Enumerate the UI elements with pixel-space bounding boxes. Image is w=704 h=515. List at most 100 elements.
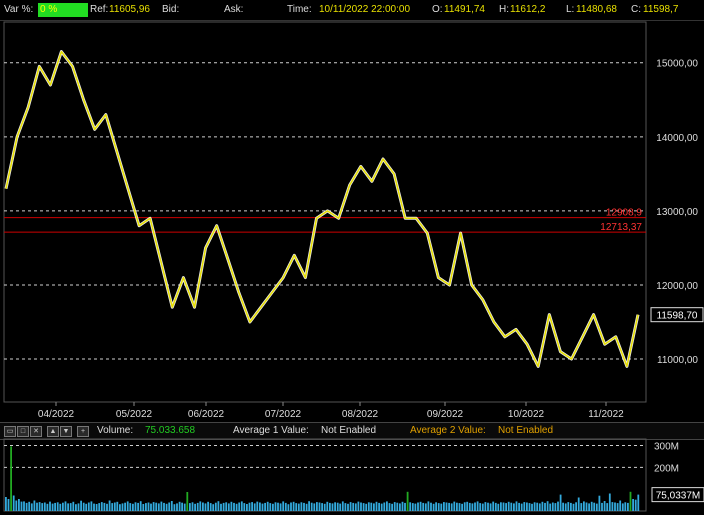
average1-value: Not Enabled	[321, 425, 377, 436]
volume-bar	[562, 502, 564, 511]
volume-bar	[541, 501, 544, 511]
add-indicator-icon[interactable]: +	[77, 426, 89, 437]
move-up-icon[interactable]: ▲	[47, 426, 59, 437]
volume-bar	[572, 503, 575, 511]
volume-bar	[181, 502, 183, 511]
volume-bar	[375, 501, 378, 511]
volume-bar	[500, 502, 502, 511]
volume-bar	[567, 502, 570, 511]
volume-bar	[391, 503, 393, 511]
volume-chart[interactable]: 300M 200M 75,0337M	[0, 438, 704, 515]
volume-bar	[533, 502, 536, 511]
volume-bar	[292, 501, 295, 511]
price-chart[interactable]: 15000,00 14000,00 13000,00 12000,00 11000,00…	[0, 20, 704, 422]
y-tick-label: 11000,00	[657, 355, 698, 366]
volume-bar	[145, 503, 147, 511]
volume-bar	[196, 502, 199, 511]
volume-bar	[256, 501, 259, 511]
maximize-panel-icon[interactable]: □	[17, 426, 29, 437]
volume-bar	[435, 502, 437, 511]
volume-bar	[603, 501, 606, 511]
move-down-icon[interactable]: ▼	[60, 426, 72, 437]
volume-bar	[238, 502, 241, 511]
volume-bar	[240, 501, 243, 511]
volume-bar	[108, 500, 111, 511]
volume-bar	[56, 502, 59, 511]
volume-bar	[155, 502, 158, 511]
volume-bar	[515, 501, 518, 511]
minimize-panel-icon[interactable]: ▭	[4, 426, 16, 437]
volume-bar	[590, 501, 593, 511]
volume-bar	[87, 502, 90, 511]
volume-bar	[49, 501, 51, 511]
time-label: Time:	[287, 4, 312, 15]
volume-bar	[393, 502, 396, 511]
volume-bar	[334, 502, 336, 511]
volume-bar	[111, 503, 114, 511]
volume-bar	[33, 500, 36, 511]
volume-label: Volume:	[97, 425, 134, 436]
volume-bar	[67, 503, 69, 511]
volume-bar	[619, 500, 622, 511]
bid-label: Bid:	[162, 4, 180, 15]
volume-bar	[124, 502, 126, 511]
volume-bar	[507, 501, 510, 511]
volume-bar	[513, 503, 515, 511]
volume-bar	[178, 501, 181, 511]
volume-bar	[528, 503, 531, 511]
volume-bar	[424, 503, 427, 511]
volume-bar	[279, 503, 282, 511]
volume-bar	[46, 503, 49, 511]
volume-y-tick-label: 200M	[654, 463, 679, 474]
volume-bar	[414, 503, 417, 511]
volume-bar	[383, 502, 386, 511]
volume-bar	[321, 503, 323, 511]
volume-bar	[510, 502, 513, 511]
volume-bar	[93, 503, 95, 511]
volume-value: 75.033.658	[145, 425, 196, 436]
close-panel-icon[interactable]: ✕	[30, 426, 42, 437]
volume-bar	[445, 502, 448, 511]
volume-bar	[396, 502, 399, 511]
volume-bar	[222, 502, 225, 511]
volume-bar	[305, 503, 308, 511]
volume-bar	[588, 503, 590, 511]
volume-bar	[593, 502, 596, 511]
volume-bar	[432, 503, 435, 511]
volume-bar	[235, 503, 238, 511]
volume-bar	[295, 503, 298, 511]
volume-bar	[336, 502, 339, 511]
volume-bar	[497, 503, 500, 511]
volume-bar	[20, 501, 23, 511]
volume-bar	[450, 503, 453, 511]
volume-bar	[142, 504, 145, 511]
level-label: 12713,37	[600, 222, 642, 233]
volume-bar	[458, 503, 461, 511]
volume-bar	[621, 503, 624, 511]
volume-bar	[463, 502, 466, 511]
x-tick-label: 07/2022	[265, 409, 302, 420]
volume-bar	[25, 502, 28, 511]
volume-bar	[471, 503, 474, 511]
volume-bar	[287, 504, 290, 511]
volume-bar	[157, 503, 160, 511]
volume-bar	[627, 502, 629, 511]
volume-bar	[549, 503, 552, 511]
volume-bar	[189, 503, 191, 511]
volume-bar	[313, 503, 316, 511]
volume-bar	[546, 501, 549, 511]
volume-bar	[227, 503, 230, 511]
volume-bar	[417, 502, 419, 511]
var-value-box: 0 %	[38, 3, 88, 17]
volume-bar	[637, 494, 640, 511]
volume-bar	[173, 504, 176, 511]
volume-bar	[147, 502, 150, 511]
volume-bar	[329, 502, 331, 511]
volume-bar	[264, 502, 266, 511]
volume-bar	[538, 503, 541, 511]
volume-bar	[150, 503, 152, 511]
volume-bar	[430, 502, 432, 511]
volume-y-tick-label: 300M	[654, 442, 679, 453]
volume-bar	[580, 503, 583, 511]
volume-bar	[484, 502, 487, 511]
